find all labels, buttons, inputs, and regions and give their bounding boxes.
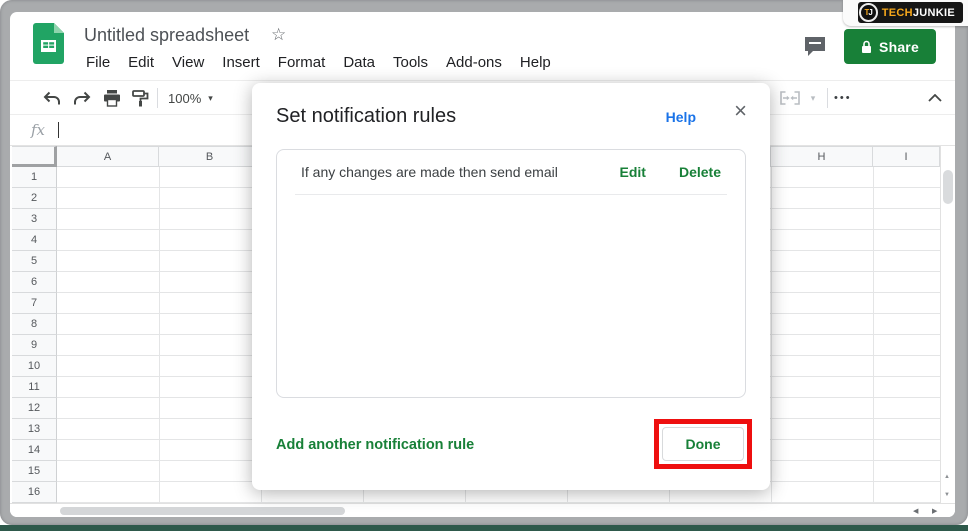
red-highlight-annotation: Done <box>654 419 752 469</box>
horizontal-scrollbar-thumb[interactable] <box>60 507 345 515</box>
row-header-4[interactable]: 4 <box>12 230 57 251</box>
toolbar-separator <box>827 88 828 108</box>
column-header-b[interactable]: B <box>159 146 261 167</box>
share-label: Share <box>879 39 919 55</box>
rule-item: If any changes are made then send email … <box>277 150 745 194</box>
page-bottom-strip <box>0 525 968 531</box>
horizontal-scrollbar[interactable]: ◀ ▶ <box>10 503 955 517</box>
paint-format-icon[interactable] <box>128 86 152 110</box>
menu-item-edit[interactable]: Edit <box>119 52 163 73</box>
column-header-h[interactable]: H <box>771 146 873 167</box>
rule-divider <box>295 194 727 195</box>
edit-rule-link[interactable]: Edit <box>620 164 646 180</box>
row-header-2[interactable]: 2 <box>12 188 57 209</box>
select-all-corner[interactable] <box>12 146 57 167</box>
rule-text: If any changes are made then send email <box>301 164 620 180</box>
merge-cells-icon[interactable] <box>778 86 802 110</box>
sheets-app-window: Untitled spreadsheet ☆ FileEditViewInser… <box>10 12 955 517</box>
menu-item-insert[interactable]: Insert <box>213 52 269 73</box>
row-header-7[interactable]: 7 <box>12 293 57 314</box>
menu-bar: FileEditViewInsertFormatDataToolsAdd-ons… <box>77 52 560 73</box>
caret-down-icon: ▾ <box>208 93 213 104</box>
row-header-6[interactable]: 6 <box>12 272 57 293</box>
row-header-8[interactable]: 8 <box>12 314 57 335</box>
merge-caret-down-icon[interactable]: ▾ <box>804 86 822 110</box>
undo-icon[interactable] <box>40 86 64 110</box>
delete-rule-link[interactable]: Delete <box>679 164 721 180</box>
gridline <box>873 167 874 503</box>
screenshot-stage: Untitled spreadsheet ☆ FileEditViewInser… <box>0 0 968 531</box>
fx-icon: fx <box>31 121 45 139</box>
vertical-scrollbar[interactable]: ▲ ▼ <box>940 146 955 517</box>
zoom-control[interactable]: 100% ▾ <box>168 86 213 110</box>
redo-icon[interactable] <box>70 86 94 110</box>
gridline <box>771 167 772 503</box>
techjunkie-monogram-icon: TJ <box>859 3 878 22</box>
share-button[interactable]: Share <box>844 29 936 64</box>
menu-item-tools[interactable]: Tools <box>384 52 437 73</box>
column-header-i[interactable]: I <box>873 146 940 167</box>
menu-item-format[interactable]: Format <box>269 52 335 73</box>
dialog-title: Set notification rules <box>276 105 456 128</box>
menu-item-add-ons[interactable]: Add-ons <box>437 52 511 73</box>
collapse-toolbar-icon[interactable] <box>922 86 948 110</box>
row-header-9[interactable]: 9 <box>12 335 57 356</box>
star-icon[interactable]: ☆ <box>271 25 286 45</box>
scroll-right-icon[interactable]: ▶ <box>932 507 937 515</box>
menu-item-view[interactable]: View <box>163 52 213 73</box>
row-header-11[interactable]: 11 <box>12 377 57 398</box>
add-rule-link[interactable]: Add another notification rule <box>276 437 474 453</box>
help-link[interactable]: Help <box>666 109 696 125</box>
scroll-down-icon[interactable]: ▼ <box>944 492 950 498</box>
set-notification-rules-dialog: Set notification rules Help × If any cha… <box>252 83 770 490</box>
row-header-12[interactable]: 12 <box>12 398 57 419</box>
menu-item-help[interactable]: Help <box>511 52 560 73</box>
print-icon[interactable] <box>100 86 124 110</box>
row-header-14[interactable]: 14 <box>12 440 57 461</box>
done-button[interactable]: Done <box>662 427 744 461</box>
techjunkie-logo: TJ TECH JUNKIE <box>858 2 963 23</box>
sheets-logo-icon[interactable] <box>33 23 64 64</box>
scroll-up-icon[interactable]: ▲ <box>944 474 950 480</box>
more-options-icon[interactable]: ••• <box>834 86 852 110</box>
column-header-a[interactable]: A <box>57 146 159 167</box>
zoom-value: 100% <box>168 91 201 106</box>
menu-item-file[interactable]: File <box>77 52 119 73</box>
row-header-16[interactable]: 16 <box>12 482 57 503</box>
gridline <box>159 167 160 503</box>
row-header-1[interactable]: 1 <box>12 167 57 188</box>
close-icon[interactable]: × <box>734 100 747 122</box>
badge-text-junkie: JUNKIE <box>913 7 955 19</box>
row-header-3[interactable]: 3 <box>12 209 57 230</box>
row-header-15[interactable]: 15 <box>12 461 57 482</box>
vertical-scrollbar-thumb[interactable] <box>943 170 953 204</box>
text-cursor <box>58 122 59 138</box>
toolbar-separator <box>157 88 158 108</box>
rules-list: If any changes are made then send email … <box>276 149 746 398</box>
row-header-10[interactable]: 10 <box>12 356 57 377</box>
scroll-left-icon[interactable]: ◀ <box>913 507 918 515</box>
menu-item-data[interactable]: Data <box>334 52 384 73</box>
document-title[interactable]: Untitled spreadsheet <box>84 25 249 46</box>
row-header-5[interactable]: 5 <box>12 251 57 272</box>
row-header-13[interactable]: 13 <box>12 419 57 440</box>
lock-icon <box>861 40 872 54</box>
badge-text-tech: TECH <box>882 7 913 19</box>
comment-icon[interactable] <box>802 35 828 64</box>
